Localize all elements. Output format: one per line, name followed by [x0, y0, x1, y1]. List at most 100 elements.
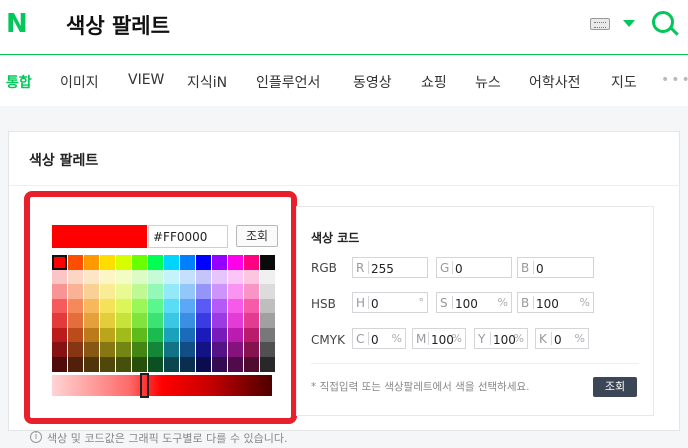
color-swatch[interactable]	[100, 327, 115, 343]
color-swatch[interactable]	[260, 269, 275, 285]
search-query[interactable]: 색상 팔레트	[66, 10, 170, 40]
color-swatch[interactable]	[116, 342, 131, 357]
color-swatch[interactable]	[100, 284, 115, 299]
search-icon[interactable]	[652, 11, 674, 33]
color-swatch[interactable]	[164, 255, 179, 270]
color-swatch[interactable]	[84, 356, 99, 372]
brightness-field[interactable]: B 100 %	[517, 292, 594, 313]
keyboard-icon[interactable]	[590, 18, 610, 30]
color-swatch[interactable]	[132, 342, 147, 357]
color-swatch[interactable]	[148, 356, 163, 372]
apply-button[interactable]: 조회	[593, 377, 637, 397]
color-swatch[interactable]	[132, 356, 147, 372]
color-swatch[interactable]	[180, 313, 195, 328]
color-swatch[interactable]	[164, 313, 179, 328]
k-field[interactable]: K 0 %	[535, 328, 589, 349]
color-swatch[interactable]	[148, 342, 163, 357]
color-swatch[interactable]	[212, 356, 227, 372]
r-field[interactable]: R 255	[352, 257, 428, 278]
color-swatch[interactable]	[244, 269, 259, 285]
color-swatch[interactable]	[148, 269, 163, 285]
color-swatch[interactable]	[84, 269, 99, 285]
s-field[interactable]: S 100 %	[436, 292, 512, 313]
color-swatch[interactable]	[148, 284, 163, 299]
hex-lookup-button[interactable]: 조회	[236, 225, 278, 247]
color-swatch[interactable]	[260, 313, 275, 328]
color-swatch[interactable]	[228, 269, 243, 285]
color-swatch[interactable]	[68, 356, 83, 372]
shade-slider-thumb[interactable]	[140, 373, 149, 398]
color-swatch[interactable]	[164, 342, 179, 357]
color-swatch[interactable]	[68, 255, 83, 270]
tab-kin[interactable]: 지식iN	[187, 72, 227, 92]
color-swatch[interactable]	[244, 342, 259, 357]
color-swatch[interactable]	[212, 327, 227, 343]
color-swatch[interactable]	[196, 269, 211, 285]
color-swatch[interactable]	[164, 284, 179, 299]
color-swatch[interactable]	[228, 356, 243, 372]
color-swatch[interactable]	[132, 269, 147, 285]
color-swatch[interactable]	[260, 342, 275, 357]
color-swatch[interactable]	[132, 284, 147, 299]
color-swatch[interactable]	[212, 342, 227, 357]
color-swatch[interactable]	[180, 298, 195, 314]
tab-dictionary[interactable]: 어학사전	[529, 72, 581, 92]
color-swatch[interactable]	[180, 284, 195, 299]
color-swatch[interactable]	[100, 313, 115, 328]
color-swatch[interactable]	[148, 327, 163, 343]
color-swatch[interactable]	[116, 298, 131, 314]
color-swatch[interactable]	[228, 284, 243, 299]
color-swatch[interactable]	[228, 327, 243, 343]
color-swatch[interactable]	[84, 298, 99, 314]
tab-map[interactable]: 지도	[611, 72, 637, 92]
color-swatch[interactable]	[180, 356, 195, 372]
color-swatch[interactable]	[196, 298, 211, 314]
color-swatch[interactable]	[228, 298, 243, 314]
color-swatch[interactable]	[196, 356, 211, 372]
color-swatch[interactable]	[132, 298, 147, 314]
color-swatch[interactable]	[260, 284, 275, 299]
color-swatch[interactable]	[100, 269, 115, 285]
color-swatch[interactable]	[164, 269, 179, 285]
color-swatch[interactable]	[84, 327, 99, 343]
color-swatch[interactable]	[84, 313, 99, 328]
color-swatch[interactable]	[180, 327, 195, 343]
color-swatch[interactable]	[52, 298, 67, 314]
color-swatch[interactable]	[212, 255, 227, 270]
color-swatch[interactable]	[164, 356, 179, 372]
color-swatch[interactable]	[196, 342, 211, 357]
color-swatch[interactable]	[68, 284, 83, 299]
tab-news[interactable]: 뉴스	[475, 72, 501, 92]
color-swatch[interactable]	[52, 284, 67, 299]
c-field[interactable]: C 0 %	[352, 328, 406, 349]
color-swatch[interactable]	[196, 255, 211, 270]
color-swatch[interactable]	[148, 298, 163, 314]
color-swatch[interactable]	[260, 255, 275, 270]
color-swatch[interactable]	[228, 342, 243, 357]
more-tabs-icon[interactable]: •••	[661, 72, 688, 88]
color-swatch[interactable]	[116, 255, 131, 270]
color-swatch[interactable]	[116, 356, 131, 372]
tab-images[interactable]: 이미지	[60, 72, 99, 92]
color-swatch[interactable]	[116, 327, 131, 343]
tab-shopping[interactable]: 쇼핑	[421, 72, 447, 92]
color-swatch[interactable]	[260, 298, 275, 314]
color-swatch[interactable]	[228, 255, 243, 270]
h-field[interactable]: H 0 °	[352, 292, 428, 313]
color-swatch[interactable]	[164, 298, 179, 314]
color-swatch[interactable]	[228, 313, 243, 328]
tab-influencer[interactable]: 인플루언서	[256, 72, 320, 92]
color-swatch[interactable]	[212, 313, 227, 328]
color-swatch[interactable]	[116, 269, 131, 285]
color-swatch[interactable]	[100, 255, 115, 270]
color-swatch[interactable]	[244, 356, 259, 372]
color-swatch[interactable]	[132, 327, 147, 343]
dropdown-icon[interactable]	[623, 20, 635, 27]
color-swatch[interactable]	[212, 284, 227, 299]
color-swatch[interactable]	[52, 356, 67, 372]
color-swatch[interactable]	[260, 327, 275, 343]
color-swatch[interactable]	[116, 313, 131, 328]
tab-view[interactable]: VIEW	[128, 72, 164, 88]
naver-logo[interactable]: N	[6, 9, 28, 39]
color-swatch[interactable]	[68, 269, 83, 285]
